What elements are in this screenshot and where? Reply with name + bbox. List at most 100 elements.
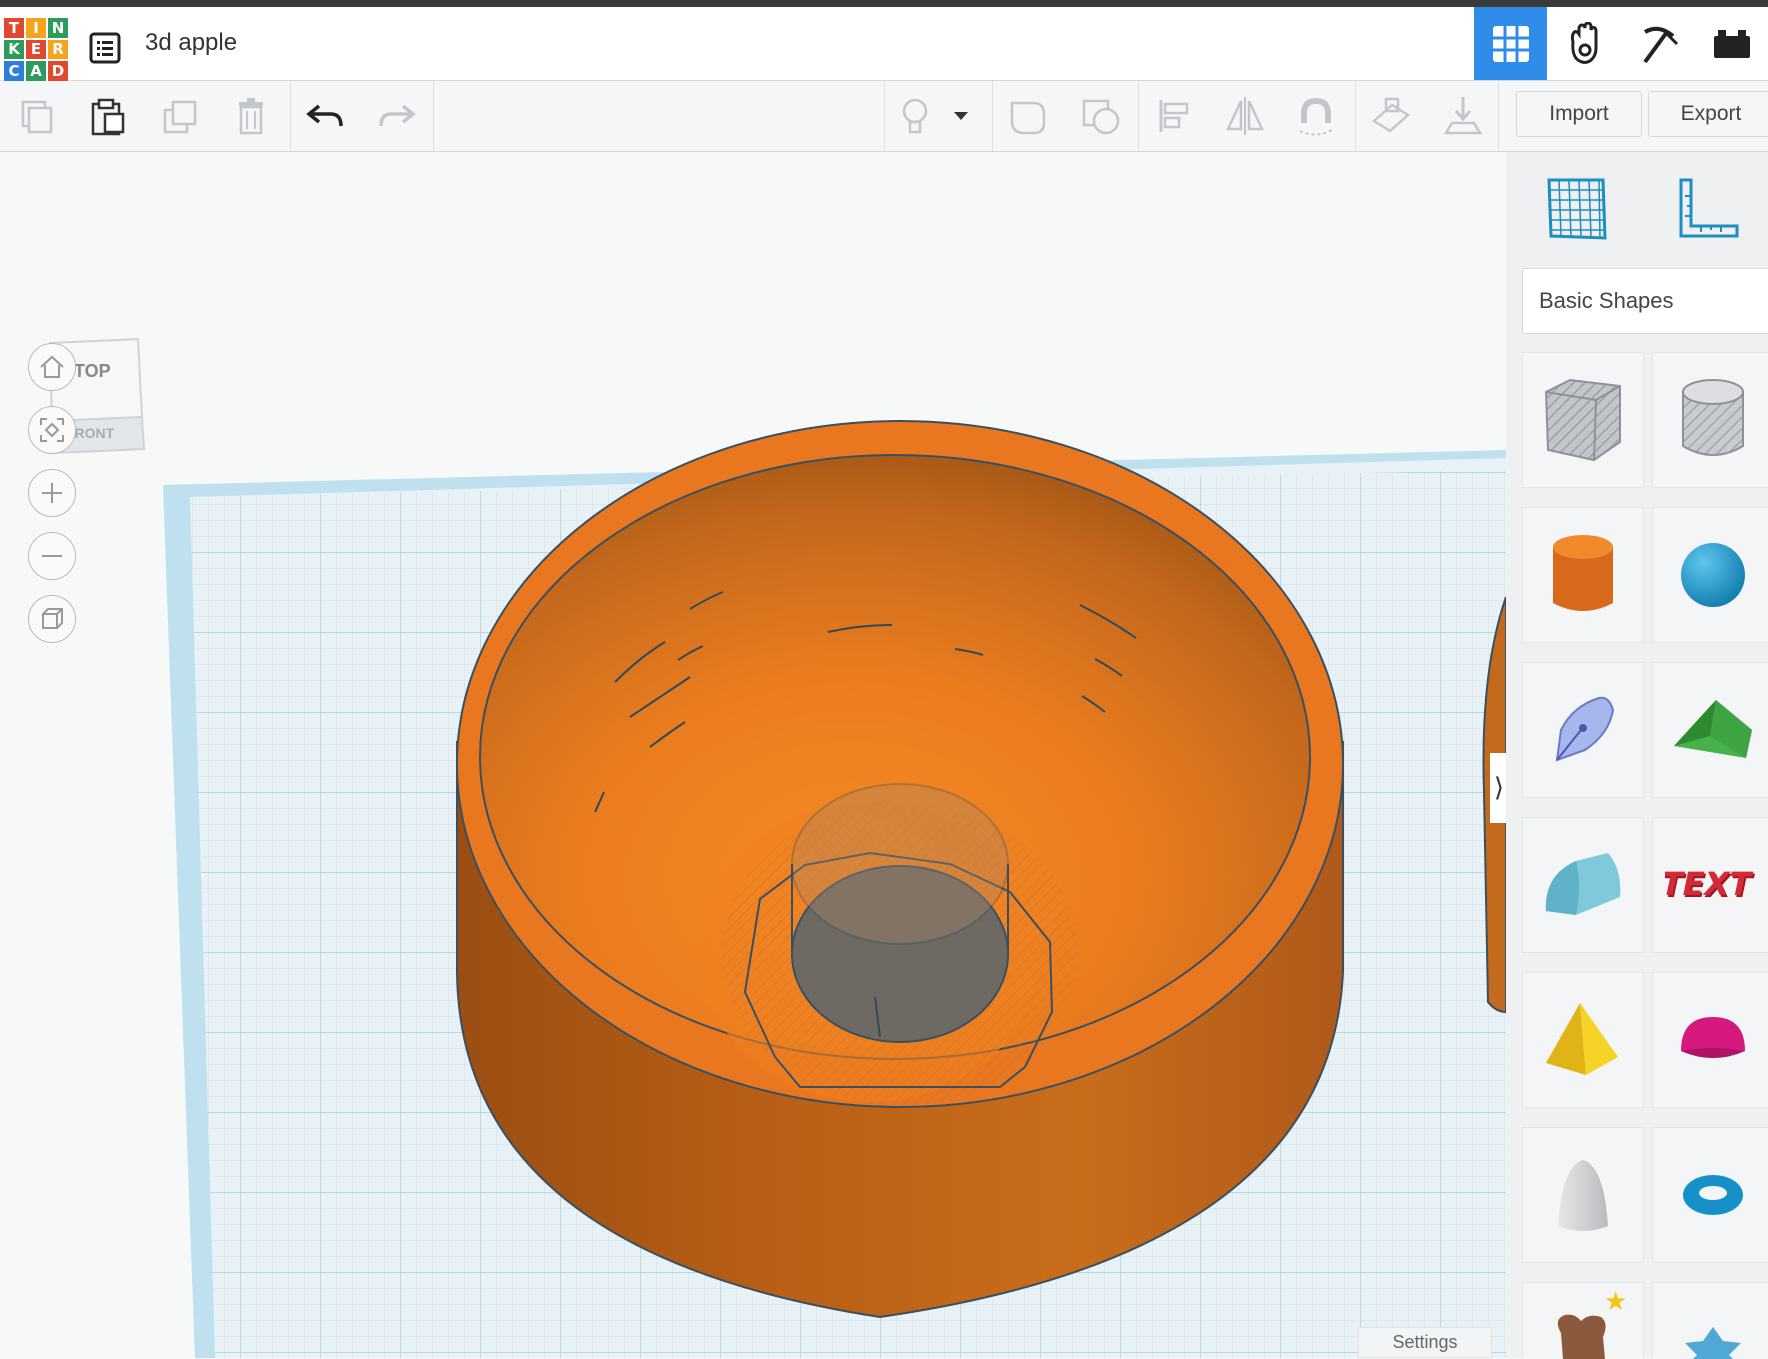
window-top-strip xyxy=(0,0,1768,7)
text-3d-icon: TEXT TEXT xyxy=(1665,865,1757,905)
drop-button[interactable] xyxy=(1440,93,1486,139)
3d-viewport[interactable]: TOP FRONT xyxy=(0,152,1506,1358)
shapes-panel: Basic Shapes TEXT TEXT ★ xyxy=(1506,152,1768,1359)
logo-letter: D xyxy=(47,60,69,82)
cube-perspective-icon xyxy=(42,608,63,629)
align-icon xyxy=(1159,100,1189,132)
fit-view-icon xyxy=(40,418,64,442)
shape-roof[interactable] xyxy=(1652,662,1768,798)
mirror-button[interactable] xyxy=(1222,93,1268,139)
chevron-right-icon: ⟩ xyxy=(1493,773,1505,803)
mirror-icon xyxy=(1226,97,1264,135)
list-icon xyxy=(89,32,121,64)
design-list-button[interactable] xyxy=(88,31,122,65)
cruise-button[interactable] xyxy=(1294,93,1340,139)
svg-text:TEXT: TEXT xyxy=(1665,865,1755,903)
design-title[interactable]: 3d apple xyxy=(145,29,237,57)
copy-button[interactable] xyxy=(14,93,60,139)
brick-icon xyxy=(1714,29,1750,58)
toolbar-separator xyxy=(290,81,291,151)
round-roof-icon xyxy=(1545,853,1621,915)
workplane-button[interactable] xyxy=(1368,93,1414,139)
ungroup-icon xyxy=(1082,99,1120,135)
duplicate-icon xyxy=(163,100,197,134)
workplane-tool-button[interactable] xyxy=(1536,170,1616,248)
star-icon xyxy=(1685,1326,1741,1359)
import-button[interactable]: Import xyxy=(1516,91,1642,137)
shape-round-roof[interactable] xyxy=(1522,817,1644,953)
toolbar-separator xyxy=(1138,81,1139,151)
shape-star[interactable] xyxy=(1652,1282,1768,1359)
redo-icon xyxy=(379,104,416,127)
logo-letter: I xyxy=(25,17,47,39)
edit-toolbar: Import Export xyxy=(0,81,1768,152)
home-view-button[interactable] xyxy=(28,343,76,391)
fit-all-button[interactable] xyxy=(28,406,76,454)
export-button[interactable]: Export xyxy=(1648,91,1768,137)
shape-scribble[interactable] xyxy=(1522,662,1644,798)
shape-box-hole[interactable] xyxy=(1522,352,1644,488)
shape-category-label: Basic Shapes xyxy=(1539,288,1674,313)
zoom-in-button[interactable] xyxy=(28,469,76,517)
cylinder-icon xyxy=(1553,535,1613,611)
notes-button[interactable] xyxy=(892,93,938,139)
trash-icon xyxy=(239,98,263,135)
shape-pyramid[interactable] xyxy=(1522,972,1644,1108)
minus-icon xyxy=(42,555,62,557)
grid-icon xyxy=(1492,25,1529,62)
logo-letter: K xyxy=(3,38,25,61)
shape-torus[interactable] xyxy=(1652,1127,1768,1263)
hand-icon xyxy=(1570,21,1597,64)
notes-dropdown-button[interactable] xyxy=(946,93,976,139)
ruler-icon xyxy=(1679,178,1739,238)
shape-half-sphere[interactable] xyxy=(1652,972,1768,1108)
undo-icon xyxy=(306,104,343,127)
roof-icon xyxy=(1674,700,1752,758)
logo-letter: T xyxy=(3,17,25,39)
zoom-out-button[interactable] xyxy=(28,532,76,580)
magnet-icon xyxy=(1299,97,1335,136)
tinkercad-logo[interactable]: TINKERCAD xyxy=(3,17,69,82)
pickaxe-icon xyxy=(1642,26,1678,63)
shape-cylinder[interactable] xyxy=(1522,507,1644,643)
ungroup-button[interactable] xyxy=(1078,93,1124,139)
plus-icon xyxy=(42,483,62,503)
toolbar-separator xyxy=(992,81,993,151)
shape-cylinder-hole[interactable] xyxy=(1652,352,1768,488)
mode-codeblocks-button[interactable] xyxy=(1696,7,1768,80)
group-button[interactable] xyxy=(1006,93,1052,139)
undo-button[interactable] xyxy=(302,93,348,139)
logo-letter: C xyxy=(3,60,25,82)
toolbar-separator xyxy=(433,81,434,151)
align-button[interactable] xyxy=(1152,93,1198,139)
bowl-object[interactable] xyxy=(456,420,1344,1319)
ruler-tool-button[interactable] xyxy=(1668,170,1748,248)
view-cube-top-label[interactable]: TOP xyxy=(74,361,111,382)
favorite-star-icon: ★ xyxy=(1604,1287,1628,1317)
workplane-icon xyxy=(1371,97,1411,133)
clipboard-icon xyxy=(91,98,125,136)
shape-text[interactable]: TEXT TEXT xyxy=(1652,817,1768,953)
copy-icon xyxy=(21,100,53,134)
delete-button[interactable] xyxy=(228,93,274,139)
mode-3d-design-button[interactable] xyxy=(1474,7,1547,80)
box-hole-icon xyxy=(1544,378,1621,462)
mode-bricks-button[interactable] xyxy=(1622,7,1695,80)
mode-blocks-button[interactable] xyxy=(1548,7,1621,80)
home-icon xyxy=(40,355,64,378)
group-icon xyxy=(1010,101,1046,135)
shape-paraboloid[interactable] xyxy=(1522,1127,1644,1263)
lightbulb-icon xyxy=(902,98,928,134)
torus-icon xyxy=(1683,1175,1743,1215)
perspective-toggle-button[interactable] xyxy=(28,595,76,643)
pyramid-icon xyxy=(1546,1003,1618,1075)
duplicate-button[interactable] xyxy=(158,93,204,139)
redo-button[interactable] xyxy=(374,93,420,139)
scene-canvas[interactable] xyxy=(0,152,1506,1358)
settings-button[interactable]: Settings xyxy=(1358,1327,1492,1358)
paste-button[interactable] xyxy=(84,93,130,139)
shape-sphere[interactable] xyxy=(1652,507,1768,643)
shape-category-select[interactable]: Basic Shapes xyxy=(1522,268,1768,334)
logo-letter: R xyxy=(47,38,69,61)
drop-icon xyxy=(1443,97,1483,135)
